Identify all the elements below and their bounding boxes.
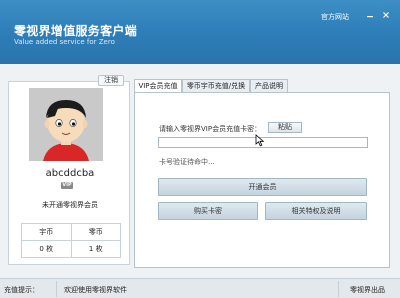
vip-badge: VIP: [61, 182, 73, 189]
tab-product-info[interactable]: 产品说明: [250, 79, 288, 92]
mouse-cursor-icon: [255, 134, 265, 147]
status-divider: [338, 281, 339, 297]
card-key-label: 请输入零视界VIP会员充值卡密：: [159, 125, 262, 133]
yubi-value: 0 枚: [21, 240, 72, 258]
tab-currency-exchange[interactable]: 零币宇币充值/兑换: [182, 79, 250, 92]
table-row: 宇币 零币: [21, 223, 121, 241]
avatar: [29, 88, 103, 161]
title-bar: 零视界增值服务客户端 Value added service for Zero …: [0, 0, 400, 64]
status-divider: [56, 281, 57, 297]
minimize-icon[interactable]: [364, 10, 376, 21]
status-message: 欢迎使用零视界软件: [64, 286, 127, 294]
yubi-header: 宇币: [21, 223, 72, 241]
official-site-link[interactable]: 官方网站: [321, 12, 349, 22]
status-bar: 充值提示： 欢迎使用零视界软件 零视界出品: [0, 278, 400, 298]
status-label: 充值提示：: [4, 286, 39, 294]
username: abcddcba: [45, 168, 95, 179]
paste-button[interactable]: 粘贴: [268, 122, 302, 133]
app-title: 零视界增值服务客户端: [14, 24, 138, 38]
app-subtitle: Value added service for Zero: [14, 38, 115, 46]
tab-vip-recharge[interactable]: VIP会员充值: [134, 79, 182, 93]
member-status: 未开通零视界会员: [42, 201, 98, 209]
lingbi-value: 1 枚: [70, 240, 121, 258]
benefits-button[interactable]: 相关特权及说明: [265, 202, 367, 220]
table-row: 0 枚 1 枚: [21, 240, 121, 258]
brand-label: 零视界出品: [350, 286, 385, 294]
logout-button[interactable]: 注销: [98, 75, 124, 86]
buy-card-button[interactable]: 购买卡密: [158, 202, 258, 220]
verify-status-text: 卡号验证待命中...: [159, 158, 215, 166]
currency-table: 宇币 零币 0 枚 1 枚: [21, 223, 121, 258]
close-icon[interactable]: [380, 10, 392, 21]
app-window: 零视界增值服务客户端 Value added service for Zero …: [0, 0, 400, 298]
open-member-button[interactable]: 开通会员: [158, 178, 367, 196]
lingbi-header: 零币: [70, 223, 121, 241]
